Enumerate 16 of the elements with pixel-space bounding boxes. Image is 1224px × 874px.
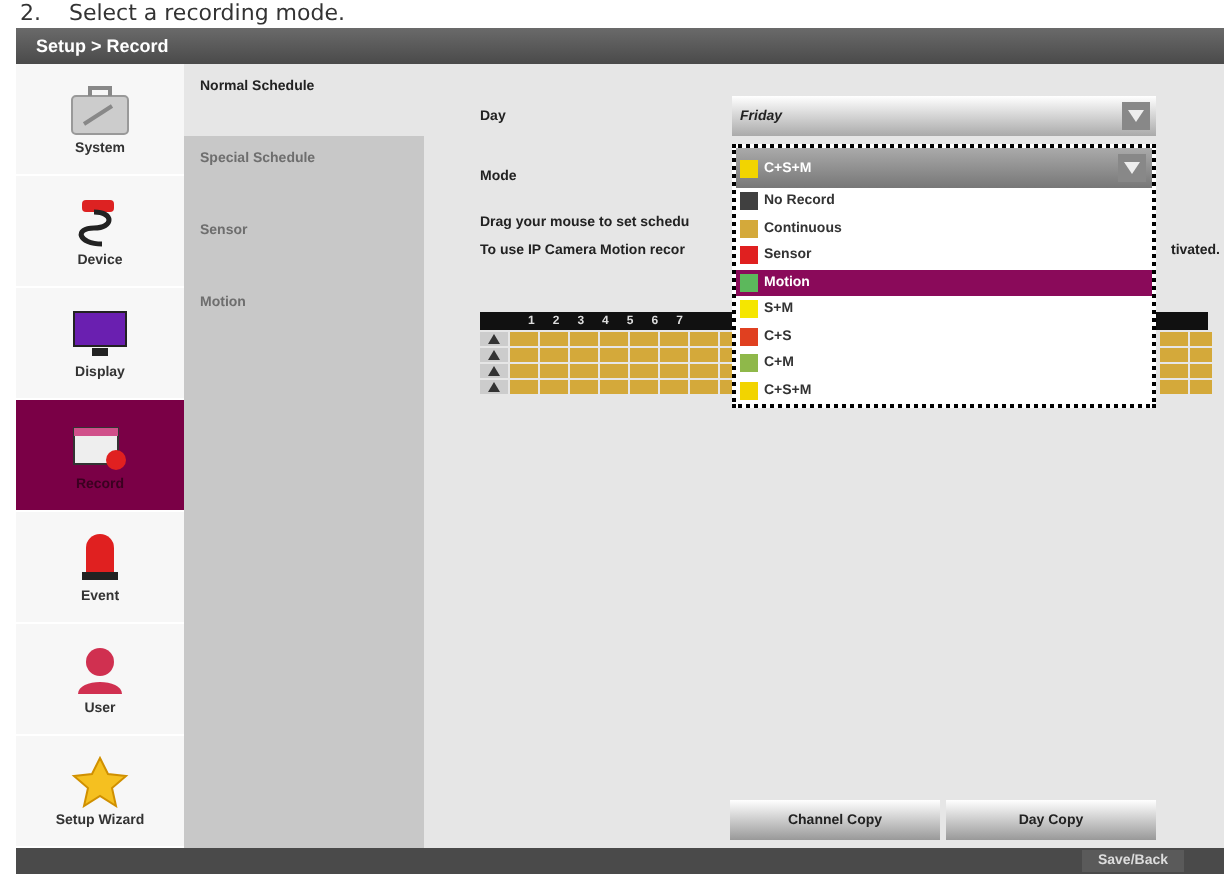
schedule-bar[interactable] — [510, 364, 732, 378]
window-title: Setup > Record — [16, 28, 1224, 64]
hour-header — [1156, 312, 1208, 330]
schedule-bar[interactable] — [1160, 380, 1212, 394]
instruction-caption: 2. Select a recording mode. — [18, 0, 347, 28]
schedule-bar[interactable] — [1160, 348, 1212, 362]
schedule-bar[interactable] — [510, 348, 732, 362]
toolbox-icon — [70, 83, 130, 135]
caret-icon — [1124, 162, 1140, 174]
schedule-bar[interactable] — [510, 332, 732, 346]
schedule-bar[interactable] — [510, 380, 732, 394]
schedule-bar[interactable] — [1160, 364, 1212, 378]
schedule-bar[interactable] — [1160, 332, 1212, 346]
monitor-icon — [70, 307, 130, 359]
caret-icon — [1128, 110, 1144, 122]
star-icon — [70, 755, 130, 807]
